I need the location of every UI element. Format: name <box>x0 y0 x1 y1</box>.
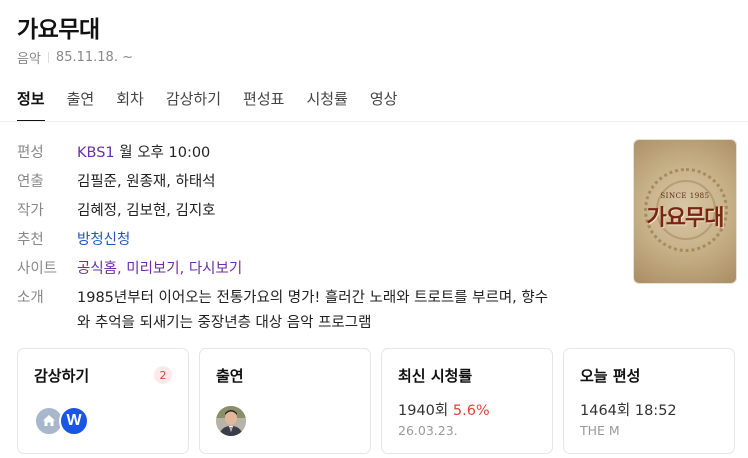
rating-episode: 1940회 <box>398 403 449 419</box>
audience-apply-link[interactable]: 방청신청 <box>77 226 130 255</box>
tab-schedule[interactable]: 편성표 <box>243 86 284 122</box>
program-poster[interactable]: SINCE 1985 가요무대 <box>633 139 737 284</box>
tab-ratings[interactable]: 시청률 <box>306 86 347 122</box>
rating-line: 1940회 5.6% <box>398 399 490 420</box>
today-schedule-card[interactable]: 오늘 편성 1464회 18:52 THE M <box>563 348 735 454</box>
watch-card-title: 감상하기 <box>34 367 90 385</box>
info-row-intro: 소개 1985년부터 이어오는 전통가요의 명가! 흘러간 노래와 트로트를 부… <box>17 284 627 336</box>
watch-card[interactable]: 감상하기 2 W <box>17 348 189 454</box>
today-time: 18:52 <box>634 403 677 419</box>
today-card-title: 오늘 편성 <box>580 367 641 385</box>
tab-info[interactable]: 정보 <box>17 86 45 122</box>
program-meta: 음악 85.11.18. ~ <box>17 48 133 67</box>
poster-since-text: SINCE 1985 <box>660 192 710 200</box>
schedule-label: 편성 <box>17 145 44 161</box>
preview-link[interactable]: 미리보기 <box>126 261 179 277</box>
tab-divider <box>0 121 748 122</box>
page-title: 가요무대 <box>17 17 100 43</box>
start-date: 85.11.18. ~ <box>55 50 133 65</box>
tab-bar: 정보 출연 회차 감상하기 편성표 시청률 영상 <box>17 86 419 122</box>
tab-episodes[interactable]: 회차 <box>116 86 144 122</box>
writer-value: 김혜정, 김보현, 김지호 <box>77 203 216 219</box>
tab-cast[interactable]: 출연 <box>67 86 95 122</box>
rating-value: 5.6% <box>452 403 490 419</box>
info-section: 편성 KBS1 월 오후 10:00 연출 김필준, 원종재, 하태석 작가 김… <box>17 139 627 336</box>
intro-text: 1985년부터 이어오는 전통가요의 명가! 흘러간 노래와 트로트를 부르며,… <box>77 284 548 336</box>
site-separator: , <box>117 261 127 277</box>
intro-label: 소개 <box>17 290 44 306</box>
genre-label: 음악 <box>17 52 41 67</box>
summary-cards: 감상하기 2 W 출연 최신 시청률 1940회 5.6% 26.03.23. … <box>17 348 735 454</box>
wavve-icon[interactable]: W <box>59 406 89 436</box>
today-episode: 1464회 <box>580 403 631 419</box>
rating-card[interactable]: 최신 시청률 1940회 5.6% 26.03.23. <box>381 348 553 454</box>
tab-videos[interactable]: 영상 <box>370 86 398 122</box>
info-row-site: 사이트 공식홈, 미리보기, 다시보기 <box>17 255 627 284</box>
intro-line-2: 와 추억을 되새기는 중장년층 대상 음악 프로그램 <box>77 315 372 331</box>
today-channel: THE M <box>580 423 620 438</box>
cast-card-title: 출연 <box>216 367 244 385</box>
rating-date: 26.03.23. <box>398 423 458 438</box>
schedule-time: 월 오후 10:00 <box>119 145 211 161</box>
director-label: 연출 <box>17 174 44 190</box>
director-value: 김필준, 원종재, 하태석 <box>77 174 216 190</box>
replay-link[interactable]: 다시보기 <box>189 261 242 277</box>
official-home-link[interactable]: 공식홈 <box>77 261 117 277</box>
cast-card[interactable]: 출연 <box>199 348 371 454</box>
info-row-writer: 작가 김혜정, 김보현, 김지호 <box>17 197 627 226</box>
today-line: 1464회 18:52 <box>580 399 677 420</box>
meta-divider <box>47 52 49 63</box>
watch-count-badge: 2 <box>154 366 172 384</box>
rating-card-title: 최신 시청률 <box>398 367 473 385</box>
info-row-director: 연출 김필준, 원종재, 하태석 <box>17 168 627 197</box>
poster-logo: 가요무대 <box>646 205 725 231</box>
writer-label: 작가 <box>17 203 44 219</box>
host-avatar[interactable] <box>216 406 246 436</box>
site-separator: , <box>179 261 189 277</box>
site-label: 사이트 <box>17 261 58 277</box>
info-row-schedule: 편성 KBS1 월 오후 10:00 <box>17 139 627 168</box>
tab-watch[interactable]: 감상하기 <box>166 86 221 122</box>
channel-link[interactable]: KBS1 <box>77 145 115 161</box>
recommend-label: 추천 <box>17 232 44 248</box>
info-row-recommend: 추천 방청신청 <box>17 226 627 255</box>
intro-line-1: 1985년부터 이어오는 전통가요의 명가! 흘러간 노래와 트로트를 부르며,… <box>77 290 549 306</box>
watch-providers: W <box>34 406 89 436</box>
